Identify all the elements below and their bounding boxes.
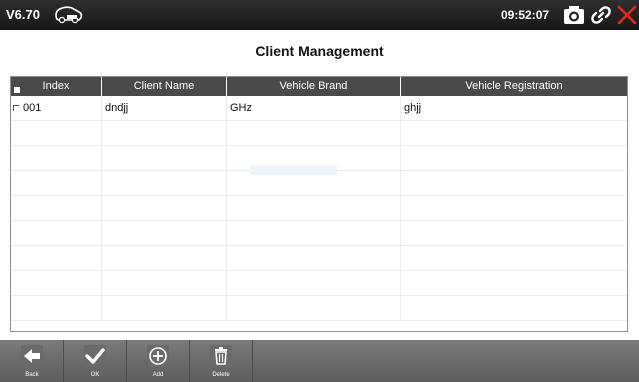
cell-vehicle-brand: GHz [227,96,401,120]
close-icon[interactable] [615,2,639,28]
table-row-empty [11,296,627,321]
cell-index: 001 [20,96,102,120]
back-button[interactable]: Back [14,340,50,382]
add-label: Add [152,372,164,378]
delete-button[interactable]: Delete [203,340,239,382]
link-icon[interactable] [590,4,612,26]
column-header-vehicle-registration[interactable]: Vehicle Registration [401,77,627,96]
table-header: Index Client Name Vehicle Brand Vehicle … [11,77,627,96]
ok-button[interactable]: OK [77,340,113,382]
table-row-empty [11,196,627,221]
plus-circle-icon [147,345,169,367]
trash-icon [210,345,232,367]
cell-vehicle-registration: ghjj [404,102,422,114]
top-bar: V6.70 09:52:07 [0,0,639,30]
table-row-empty [11,246,627,271]
table-row-empty [11,221,627,246]
checkmark-icon [84,345,106,367]
faint-tooltip [250,165,337,175]
table-row-empty [11,271,627,296]
table-row[interactable]: 001 dndjj GHz ghjj [11,96,627,121]
back-label: Back [25,372,39,378]
add-button[interactable]: Add [140,340,176,382]
version-label: V6.70 [6,7,40,22]
table-row-empty [11,121,627,146]
page-title: Client Management [255,43,384,59]
cell-client-name: dndjj [102,96,227,120]
clock: 09:52:07 [501,8,550,22]
column-header-vehicle-brand[interactable]: Vehicle Brand [227,77,401,96]
camera-icon[interactable] [562,4,586,26]
column-header-client-name[interactable]: Client Name [102,77,227,96]
bottom-toolbar: Back OK Add Delete [0,340,639,382]
car-vin-icon [55,6,83,24]
back-arrow-icon [21,345,43,367]
column-header-index[interactable]: Index [11,77,102,96]
row-checkbox[interactable] [13,105,19,111]
ok-label: OK [90,372,100,378]
client-table: Index Client Name Vehicle Brand Vehicle … [10,76,628,332]
delete-label: Delete [212,372,230,378]
